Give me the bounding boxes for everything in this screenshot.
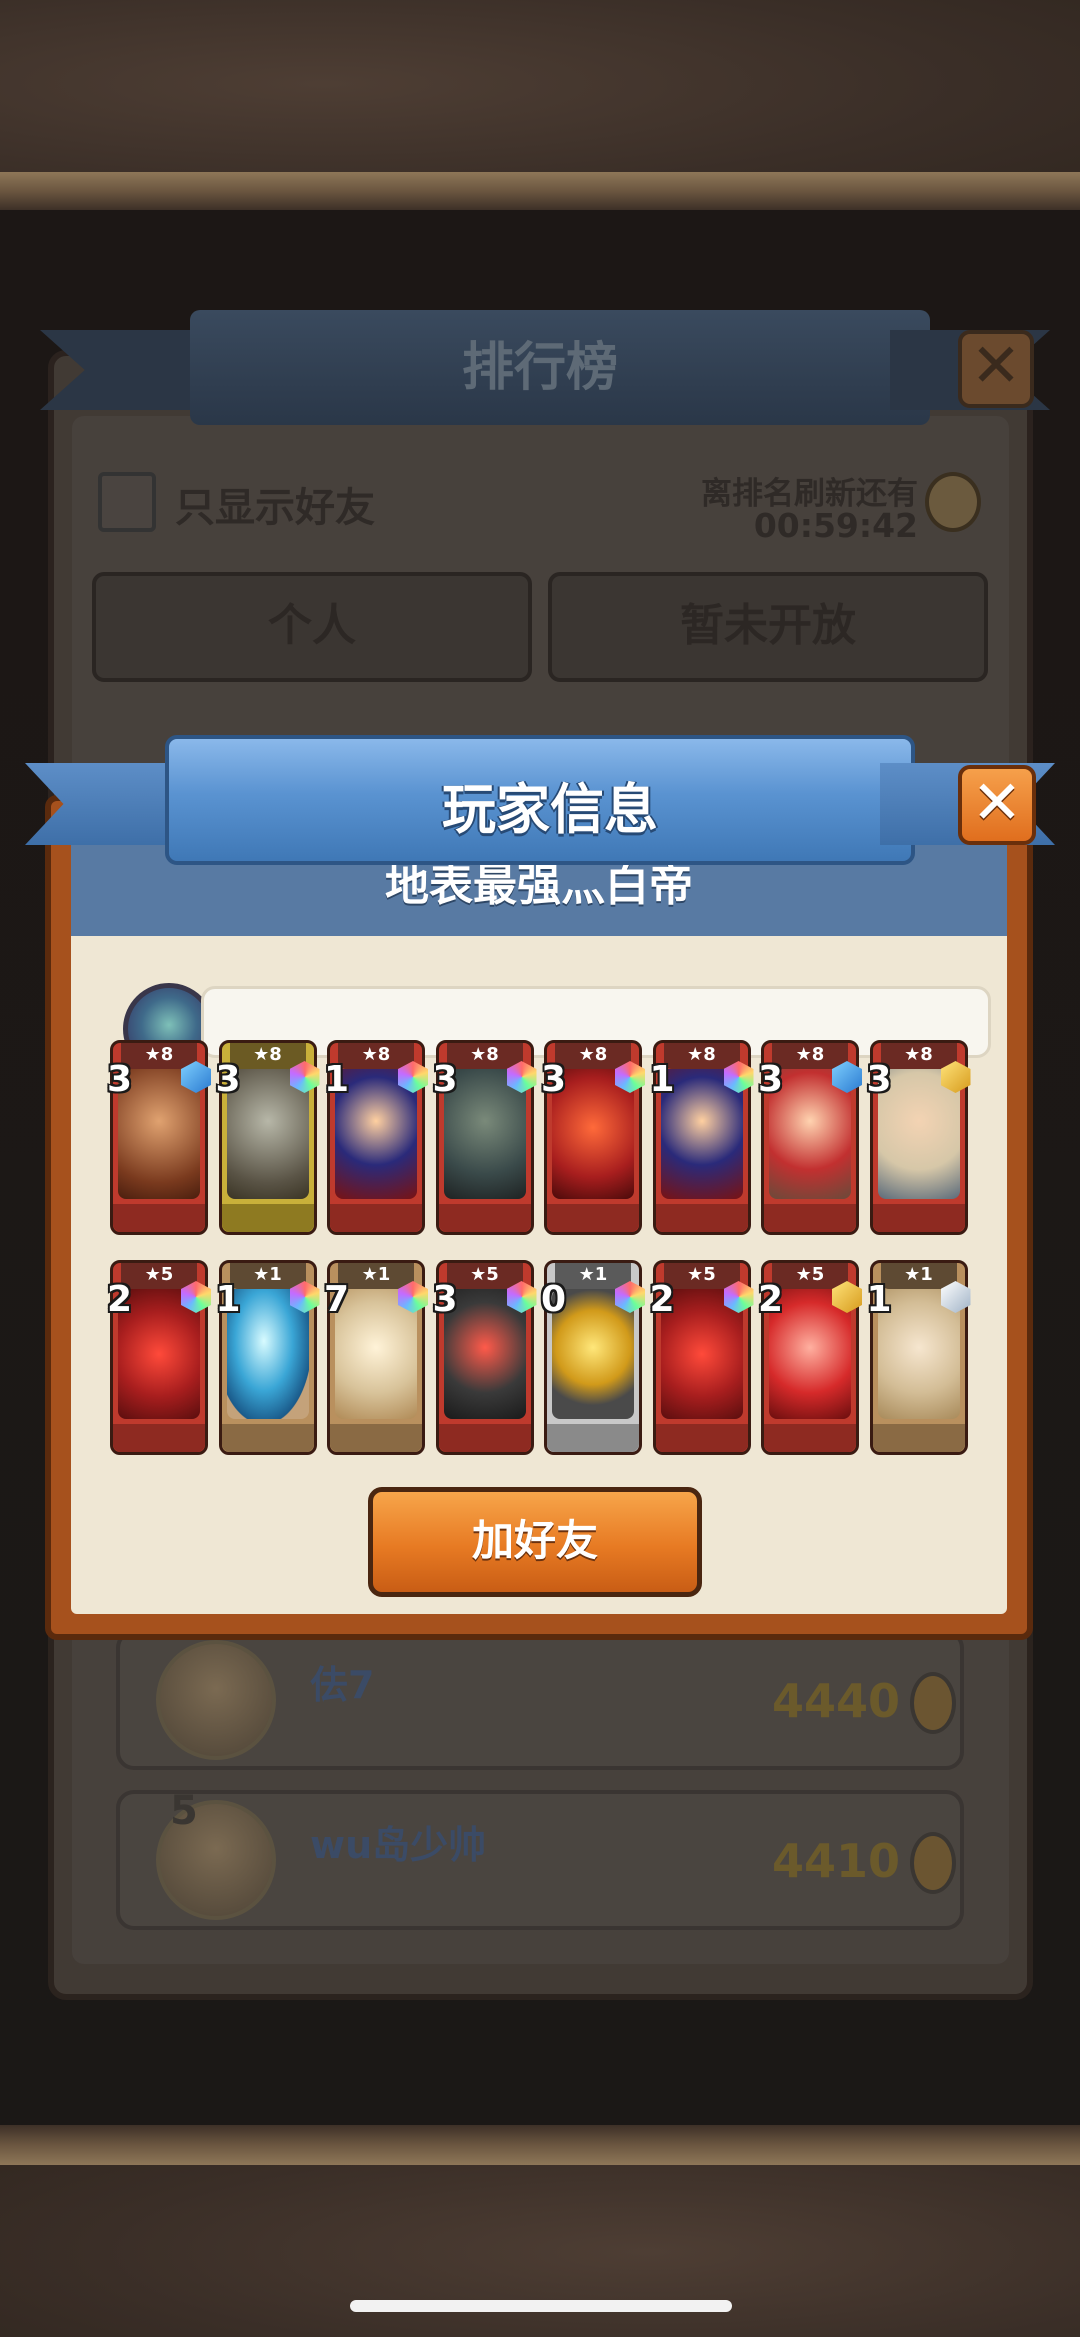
hero-card[interactable]: ★8 3 — [541, 1040, 645, 1235]
home-indicator[interactable] — [350, 2300, 732, 2312]
card-level: 2 — [107, 1279, 133, 1320]
card-base — [547, 1204, 639, 1232]
game-screen: 排行榜 ✕ 只显示好友 离排名刷新还有 00:59:42 个人 暂未开放 佉7 … — [0, 0, 1080, 2337]
card-base — [655, 1424, 748, 1452]
card-base — [764, 1204, 856, 1232]
card-level: 0 — [541, 1279, 567, 1320]
hero-card[interactable]: ★8 3 — [866, 1040, 971, 1235]
avatar — [156, 1640, 276, 1760]
card-base — [547, 1424, 639, 1452]
card-level: 3 — [432, 1059, 458, 1100]
friends-only-label: 只显示好友 — [175, 485, 375, 531]
ranking-rank: 5 — [170, 1788, 198, 1834]
item-card[interactable]: ★1 1 — [215, 1260, 320, 1455]
card-level: 3 — [215, 1059, 241, 1100]
ranking-close-button[interactable]: ✕ — [958, 330, 1034, 408]
card-level: 2 — [758, 1279, 784, 1320]
card-level: 7 — [324, 1279, 350, 1320]
card-level: 3 — [432, 1279, 458, 1320]
hero-card[interactable]: ★8 3 — [432, 1040, 537, 1235]
card-star-rank: ★8 — [338, 1043, 414, 1069]
medal-icon — [910, 1672, 956, 1734]
card-level: 2 — [649, 1279, 675, 1320]
card-base — [872, 1424, 965, 1452]
card-star-rank: ★1 — [555, 1263, 631, 1289]
card-star-rank: ★8 — [880, 1043, 957, 1069]
item-card[interactable]: ★5 2 — [649, 1260, 754, 1455]
refresh-countdown-timer: 00:59:42 — [753, 506, 918, 545]
card-star-rank: ★8 — [663, 1043, 740, 1069]
card-level: 3 — [541, 1059, 567, 1100]
hero-card[interactable]: ★8 1 — [649, 1040, 754, 1235]
hero-card[interactable]: ★8 3 — [107, 1040, 211, 1235]
card-star-rank: ★8 — [772, 1043, 848, 1069]
ranking-title: 排行榜 — [461, 338, 618, 398]
item-card[interactable]: ★1 1 — [866, 1260, 971, 1455]
card-base — [221, 1424, 314, 1452]
card-base — [221, 1204, 314, 1232]
tab-not-open[interactable]: 暂未开放 — [548, 572, 988, 682]
card-star-rank: ★8 — [555, 1043, 631, 1069]
card-base — [655, 1204, 748, 1232]
hero-card[interactable]: ★8 3 — [758, 1040, 862, 1235]
card-star-rank: ★1 — [229, 1263, 306, 1289]
item-card[interactable]: ★5 3 — [432, 1260, 537, 1455]
wooden-top-border — [0, 0, 1080, 210]
close-button[interactable]: ✕ — [958, 765, 1036, 845]
card-base — [330, 1424, 422, 1452]
ranking-row[interactable]: 佉7 4440 — [116, 1630, 964, 1770]
card-star-rank: ★1 — [338, 1263, 414, 1289]
card-star-rank: ★8 — [446, 1043, 523, 1069]
card-star-rank: ★5 — [121, 1263, 197, 1289]
card-base — [764, 1424, 856, 1452]
player-info-banner: 玩家信息 — [25, 735, 1055, 885]
ranking-score: 4440 — [771, 1674, 900, 1728]
card-level: 3 — [866, 1059, 892, 1100]
hero-card[interactable]: ★8 1 — [324, 1040, 428, 1235]
card-base — [113, 1424, 205, 1452]
card-base — [438, 1424, 531, 1452]
ranking-score: 4410 — [771, 1834, 900, 1888]
item-card[interactable]: ★5 2 — [107, 1260, 211, 1455]
medal-icon — [910, 1832, 956, 1894]
ranking-player-name: 佉7 — [310, 1663, 375, 1707]
clock-icon — [925, 472, 981, 532]
player-info-title: 玩家信息 — [442, 778, 658, 841]
item-card[interactable]: ★1 0 — [541, 1260, 645, 1455]
card-level: 3 — [758, 1059, 784, 1100]
card-base — [872, 1204, 965, 1232]
card-star-rank: ★8 — [121, 1043, 197, 1069]
card-level: 1 — [215, 1279, 241, 1320]
card-level: 1 — [866, 1279, 892, 1320]
card-star-rank: ★5 — [446, 1263, 523, 1289]
card-level: 1 — [649, 1059, 675, 1100]
card-star-rank: ★5 — [663, 1263, 740, 1289]
ranking-player-name: wu岛少帅 — [310, 1823, 487, 1867]
ranking-banner-tail-left — [40, 330, 200, 410]
card-base — [438, 1204, 531, 1232]
card-level: 1 — [324, 1059, 350, 1100]
item-card[interactable]: ★1 7 — [324, 1260, 428, 1455]
ranking-row[interactable]: 5 wu岛少帅 4410 — [116, 1788, 964, 1930]
card-star-rank: ★5 — [772, 1263, 848, 1289]
item-card[interactable]: ★5 2 — [758, 1260, 862, 1455]
card-base — [330, 1204, 422, 1232]
tab-personal[interactable]: 个人 — [92, 572, 532, 682]
card-base — [113, 1204, 205, 1232]
card-star-rank: ★8 — [229, 1043, 306, 1069]
friends-only-checkbox[interactable] — [98, 472, 156, 532]
card-star-rank: ★1 — [880, 1263, 957, 1289]
add-friend-button[interactable]: 加好友 — [368, 1487, 702, 1597]
card-level: 3 — [107, 1059, 133, 1100]
hero-card[interactable]: ★8 3 — [215, 1040, 320, 1235]
